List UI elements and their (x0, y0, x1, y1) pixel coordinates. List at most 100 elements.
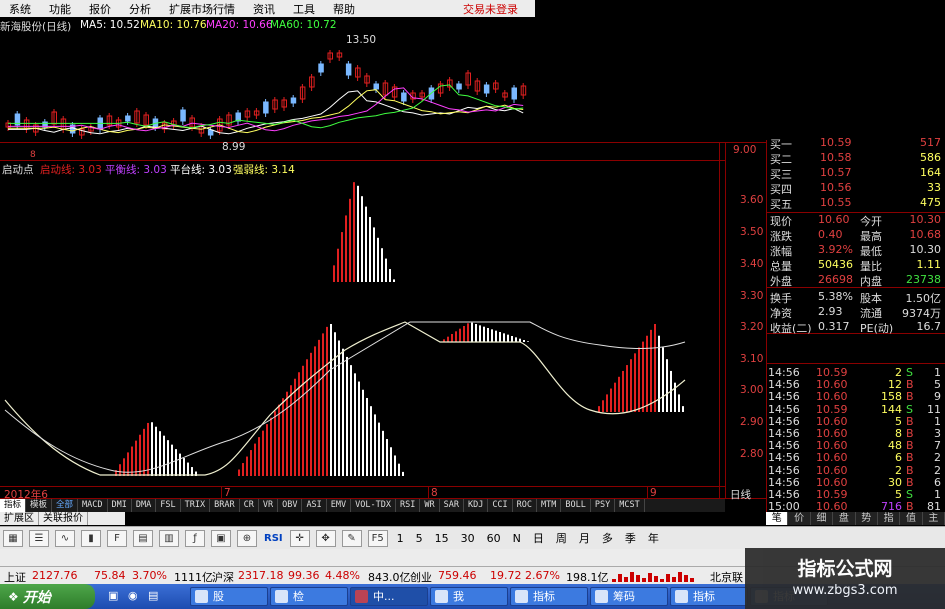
indicator-tab[interactable]: CR (240, 499, 259, 512)
period-month[interactable]: 月 (579, 530, 590, 546)
candle-body (401, 92, 407, 102)
crosshair-icon[interactable]: ✛ (289, 529, 310, 547)
bar-chart-icon[interactable]: ▥ (159, 529, 179, 547)
period-year[interactable]: 年 (648, 530, 659, 546)
task-item[interactable]: 我 (430, 587, 508, 606)
tick-count: 6 (934, 475, 941, 489)
task-item-active[interactable]: 中... (350, 587, 428, 606)
tab-trend[interactable]: 势 (856, 512, 878, 525)
period-n[interactable]: N (513, 532, 521, 545)
bid-row: 买五 10.55 475 (766, 196, 945, 211)
table-icon[interactable]: ▤ (133, 529, 153, 547)
f10-icon[interactable]: F (107, 529, 127, 547)
tick-list[interactable]: 14:56 10.59 2 S 1 14:56 10.60 12 B 5 14:56 10.60 158… (766, 366, 945, 513)
bid-label: 买五 (770, 198, 792, 211)
tab-value[interactable]: 值 (900, 512, 923, 525)
indicator-tab[interactable]: 全部 (52, 499, 79, 512)
stat-value: 50436 (818, 258, 853, 271)
stat-value: 2.93 (818, 305, 843, 318)
tick-volume: 8 (895, 427, 902, 440)
draw-icon[interactable]: ✎ (341, 529, 362, 547)
period-multi[interactable]: 多 (602, 530, 613, 546)
indicator-tab[interactable]: MTM (537, 499, 562, 512)
indicator-tab[interactable]: ASI (302, 499, 327, 512)
period-week[interactable]: 周 (556, 530, 567, 546)
candle-body (263, 101, 269, 114)
indicator-tab[interactable]: PSY (591, 499, 616, 512)
indicator-tab[interactable]: VR (259, 499, 279, 512)
tab-book[interactable]: 盘 (833, 512, 856, 525)
start-button[interactable]: ❖ 开始 (0, 584, 95, 609)
sh-value: 2127.76 (32, 569, 78, 582)
multi-window-icon[interactable]: ▣ (211, 529, 231, 547)
mini-bar (690, 578, 694, 582)
rsi-button[interactable]: RSI (263, 530, 284, 547)
task-item[interactable]: 检 (270, 587, 348, 606)
indicator-tab[interactable]: ROC (513, 499, 538, 512)
period-quarter[interactable]: 季 (625, 530, 636, 546)
formula-icon[interactable]: ƒ (185, 529, 205, 547)
task-item[interactable]: 指标 (510, 587, 588, 606)
indicator-tab[interactable]: 模板 (26, 499, 53, 512)
task-item[interactable]: 筹码 (590, 587, 668, 606)
task-item[interactable]: 指标 (670, 587, 748, 606)
period-5min[interactable]: 5 (416, 532, 423, 545)
indicator-tab[interactable]: DMA (132, 499, 157, 512)
tab-index[interactable]: 指 (878, 512, 901, 525)
period-60min[interactable]: 60 (487, 532, 501, 545)
tab-price[interactable]: 价 (788, 512, 811, 525)
tick-time: 14:56 (768, 402, 800, 416)
indicator-tab[interactable]: RSI (396, 499, 421, 512)
indicator-tab[interactable]: BOLL (561, 499, 591, 512)
indicator-tab[interactable]: OBV (278, 499, 303, 512)
browser-icon[interactable]: ◉ (128, 589, 138, 602)
indicator-tab[interactable]: SAR (440, 499, 464, 512)
indicator-tab[interactable]: VOL-TDX (351, 499, 396, 512)
period-30min[interactable]: 30 (461, 532, 475, 545)
indicator-tab[interactable]: MCST (615, 499, 645, 512)
y-tick: 2.90 (740, 416, 764, 428)
watermark-url: www.zbgs3.com (792, 583, 898, 598)
indicator-tab[interactable]: MACD (78, 499, 108, 512)
tab-trades[interactable]: 笔 (766, 512, 789, 525)
stat-value: 10.30 (909, 213, 942, 226)
candle-body (290, 97, 297, 104)
period-15min[interactable]: 15 (435, 532, 449, 545)
list-icon[interactable]: ☰ (29, 529, 49, 547)
grid-icon[interactable]: ▦ (3, 529, 23, 547)
indicator-tab[interactable]: WR (420, 499, 440, 512)
indicator-tab[interactable]: KDJ (464, 499, 489, 512)
desktop-icon[interactable]: ▣ (108, 589, 118, 602)
trend-icon[interactable]: ∿ (55, 529, 75, 547)
tick-price: 10.60 (816, 463, 848, 477)
zoom-icon[interactable]: ⊕ (237, 529, 257, 547)
price-chart[interactable]: 新海股份(日线) MA5: 10.52 MA10: 10.76 MA20: 10… (0, 17, 535, 153)
mini-bar (672, 577, 676, 582)
indicator-tab[interactable]: 指标 (0, 499, 27, 512)
indicator-chart[interactable] (0, 170, 720, 486)
candle-icon[interactable]: ▮ (81, 529, 101, 547)
mini-bar (678, 572, 682, 582)
period-day[interactable]: 日 (533, 530, 544, 546)
stat-label: 涨幅 (770, 245, 792, 258)
tab-detail[interactable]: 细 (811, 512, 834, 525)
tab-extension-area[interactable]: 扩展区 (0, 512, 39, 525)
period-label[interactable]: 日线 (730, 487, 751, 502)
mini-bar (666, 574, 670, 582)
task-item[interactable]: 股 (190, 587, 268, 606)
period-1min[interactable]: 1 (397, 532, 404, 545)
indicator-tab[interactable]: CCI (488, 499, 513, 512)
tick-count: 2 (934, 463, 941, 477)
indicator-tab[interactable]: TRIX (181, 499, 211, 512)
indicator-tab[interactable]: EMV (327, 499, 352, 512)
indicator-tab[interactable]: BRAR (210, 499, 240, 512)
stat-value: 10.60 (818, 213, 850, 226)
f5-icon[interactable]: F5 (367, 529, 388, 547)
balance-line (4, 321, 686, 476)
tab-related-quotes[interactable]: 关联报价 (39, 512, 88, 525)
move-icon[interactable]: ✥ (315, 529, 336, 547)
folder-icon[interactable]: ▤ (148, 589, 158, 602)
indicator-tab[interactable]: DMI (108, 499, 132, 512)
indicator-tab[interactable]: FSL (156, 499, 181, 512)
tab-main[interactable]: 主 (923, 512, 945, 525)
